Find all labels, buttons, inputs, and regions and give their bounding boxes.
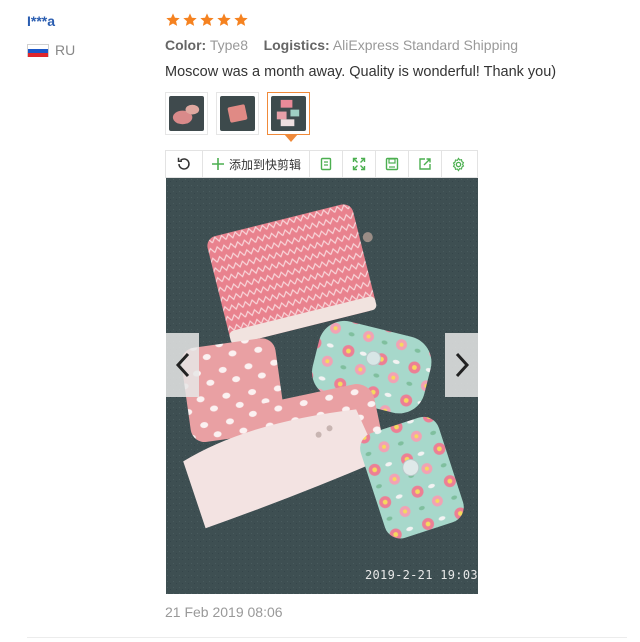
star-icon	[183, 13, 197, 26]
save-button[interactable]	[376, 151, 410, 177]
thumbnail-3[interactable]	[267, 92, 310, 135]
review-date: 21 Feb 2019 08:06	[165, 604, 283, 620]
photo-image	[166, 178, 478, 594]
logistics-value: AliExpress Standard Shipping	[332, 37, 519, 53]
image-toolbar: 添加到快剪辑	[165, 150, 478, 178]
thumbnail-strip	[165, 92, 310, 135]
rotate-button[interactable]	[166, 151, 203, 177]
review-photo[interactable]	[166, 178, 478, 594]
thumbnail-image	[220, 96, 255, 131]
settings-icon	[452, 156, 464, 172]
add-to-clip-button[interactable]: 添加到快剪辑	[203, 151, 311, 177]
review-comment: Moscow was a month away. Quality is wond…	[165, 64, 557, 80]
star-icon	[234, 13, 248, 26]
photo-timestamp: 2019-2-21 19:03	[365, 568, 478, 582]
divider	[27, 637, 627, 638]
chevron-right-icon	[455, 352, 469, 378]
star-icon	[166, 13, 180, 26]
share-icon	[419, 158, 431, 170]
thumbnail-image	[169, 96, 204, 131]
star-icon	[200, 13, 214, 26]
add-to-clip-label: 添加到快剪辑	[229, 157, 302, 172]
order-info: Color: Type8 Logistics: AliExpress Stand…	[165, 37, 518, 53]
rotate-icon	[177, 157, 190, 170]
chevron-left-icon	[175, 352, 189, 378]
country-flag-icon	[27, 44, 49, 57]
next-image-button[interactable]	[445, 333, 478, 397]
copy-icon	[320, 157, 332, 171]
color-label: Color:	[165, 37, 207, 53]
country-code: RU	[55, 42, 76, 58]
share-button[interactable]	[409, 151, 443, 177]
settings-button[interactable]	[442, 151, 474, 177]
thumbnail-2[interactable]	[216, 92, 259, 135]
expand-icon	[352, 157, 366, 171]
save-icon	[385, 157, 399, 171]
previous-image-button[interactable]	[166, 333, 199, 397]
reviewer-name: I***a	[27, 13, 56, 29]
thumbnail-image	[271, 96, 306, 131]
copy-button[interactable]	[310, 151, 344, 177]
active-thumbnail-indicator	[284, 134, 298, 142]
color-value: Type8	[209, 37, 248, 53]
expand-button[interactable]	[343, 151, 377, 177]
thumbnail-1[interactable]	[165, 92, 208, 135]
star-icon	[217, 13, 231, 26]
logistics-label: Logistics:	[263, 37, 330, 53]
star-rating	[165, 12, 249, 32]
plus-icon	[212, 158, 224, 170]
